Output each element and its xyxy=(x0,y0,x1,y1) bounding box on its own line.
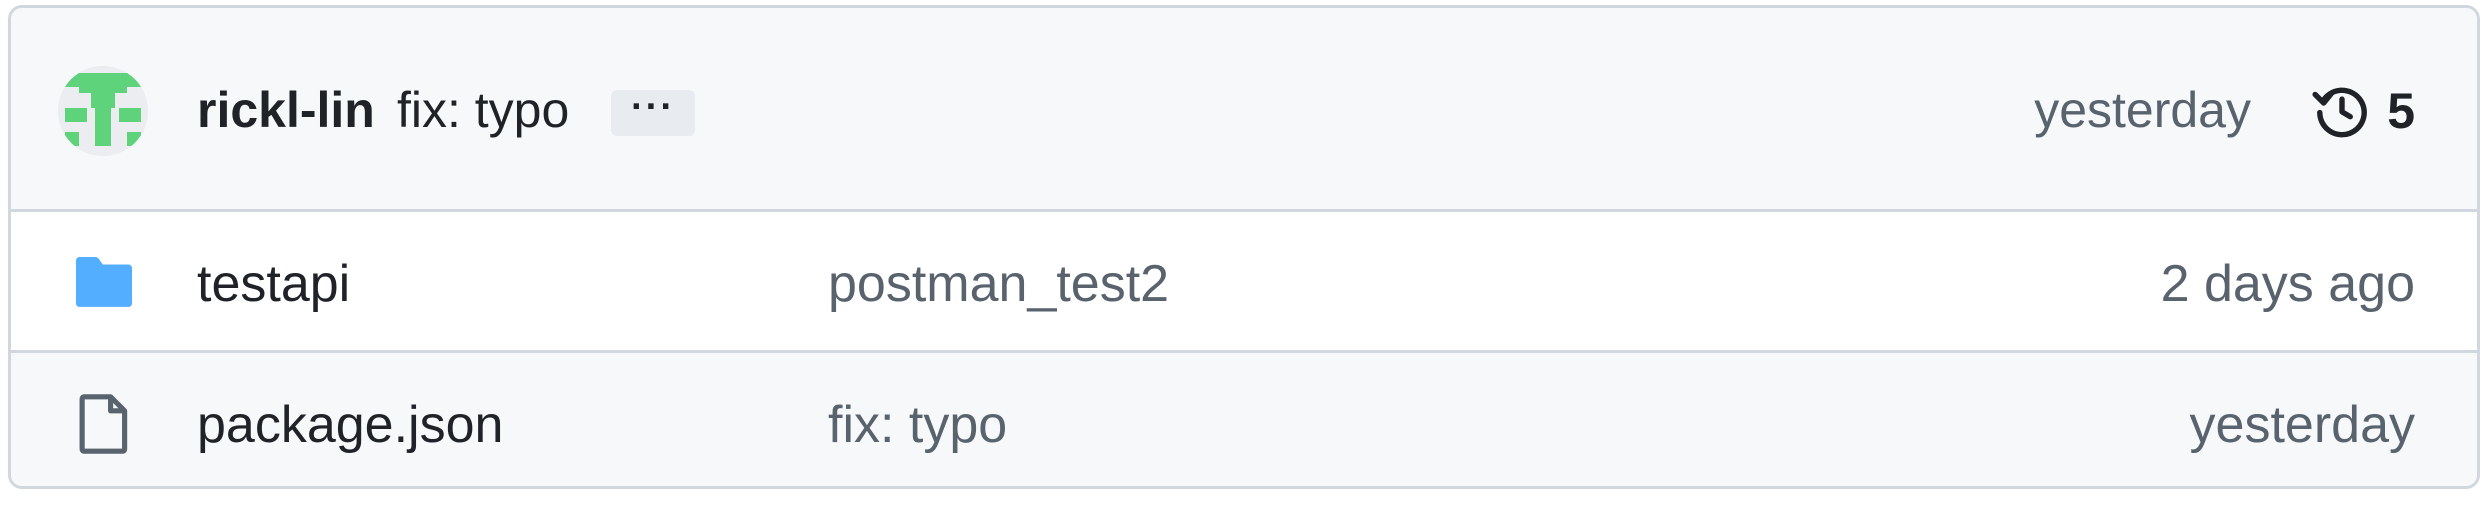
file-icon xyxy=(79,394,128,454)
commit-message-link[interactable]: fix: typo xyxy=(397,81,569,139)
file-last-commit-link[interactable]: fix: typo xyxy=(828,395,1007,455)
commit-author-link[interactable]: rickl-lin xyxy=(197,81,375,139)
author-avatar[interactable] xyxy=(58,66,148,156)
folder-icon xyxy=(75,257,133,307)
expand-commit-message-button[interactable]: ··· xyxy=(611,88,695,136)
file-row-testapi[interactable]: testapi postman_test2 2 days ago xyxy=(11,212,2477,353)
commit-history-link[interactable]: 5 xyxy=(2311,76,2415,146)
file-time: yesterday xyxy=(2189,396,2415,454)
repo-file-table: rickl-lin fix: typo ··· yesterday 5 test… xyxy=(8,5,2480,489)
file-name-link[interactable]: testapi xyxy=(197,254,350,314)
file-row-package-json[interactable]: package.json fix: typo yesterday xyxy=(11,353,2477,486)
commit-count: 5 xyxy=(2387,83,2415,139)
file-time: 2 days ago xyxy=(2160,255,2415,313)
commit-time: yesterday xyxy=(2034,82,2251,138)
file-name-link[interactable]: package.json xyxy=(197,395,503,455)
identicon-image xyxy=(58,66,148,156)
file-last-commit-link[interactable]: postman_test2 xyxy=(828,254,1169,314)
history-icon xyxy=(2312,87,2368,138)
latest-commit-bar: rickl-lin fix: typo ··· yesterday 5 xyxy=(11,8,2477,212)
